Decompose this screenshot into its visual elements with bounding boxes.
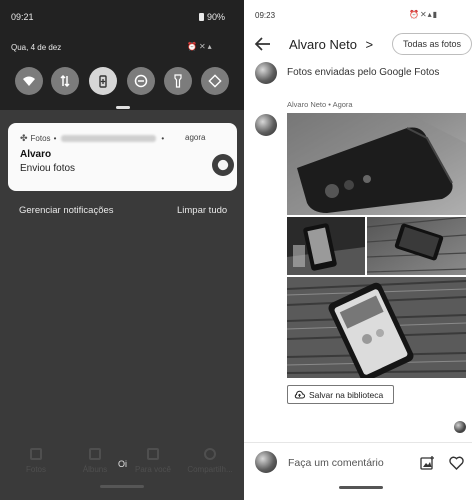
sharing-icon — [204, 448, 216, 460]
separator-dot: • — [53, 134, 57, 143]
data-transfer-icon[interactable] — [51, 67, 79, 95]
shared-photo[interactable] — [367, 217, 466, 275]
blurred-account — [61, 135, 157, 142]
nav-photos-label: Fotos — [25, 465, 46, 474]
nav-albums-label: Álbuns — [82, 465, 108, 474]
add-photo-icon[interactable] — [420, 455, 435, 470]
nav-photos[interactable]: Fotos — [11, 448, 61, 474]
for-you-icon — [147, 448, 159, 460]
comment-input[interactable]: Faça um comentário — [288, 457, 384, 469]
gesture-bar[interactable] — [100, 485, 144, 488]
do-not-disturb-icon[interactable] — [127, 67, 155, 95]
date: Qua, 4 de dez — [11, 43, 62, 52]
nav-albums[interactable]: Álbuns — [70, 448, 120, 474]
status-battery: 90% — [199, 12, 225, 22]
battery-icon — [199, 13, 204, 21]
shared-photo[interactable] — [287, 277, 466, 378]
photo-icon — [30, 448, 42, 460]
notification-card[interactable]: ✤ Fotos • • agora Alvaro Enviou fotos — [8, 123, 237, 191]
albums-icon — [89, 448, 101, 460]
all-photos-button[interactable]: Todas as fotos — [392, 33, 472, 55]
nav-for-you-label: Para você — [134, 465, 172, 474]
status-icons: ⏰✕▴ — [187, 42, 214, 51]
conversation-header-text: Fotos enviadas pelo Google Fotos — [287, 67, 440, 78]
back-arrow-icon[interactable] — [254, 36, 272, 52]
status-icons: ⏰✕▴▮ — [409, 10, 439, 19]
flashlight-icon[interactable] — [164, 67, 192, 95]
gesture-bar[interactable] — [339, 486, 383, 489]
auto-rotate-icon[interactable] — [201, 67, 229, 95]
separator-dot: • — [161, 134, 165, 143]
seen-avatar — [454, 421, 466, 433]
notification-shade-screen: 09:21 90% Qua, 4 de dez ⏰✕▴ ✤ Fotos • • … — [0, 0, 244, 500]
chat-bubble-text: Oi — [118, 459, 127, 469]
clear-all-button[interactable]: Limpar tudo — [177, 205, 227, 216]
nav-for-you[interactable]: Para você — [128, 448, 178, 474]
avatar[interactable] — [255, 62, 277, 84]
notification-time: agora — [185, 133, 206, 142]
avatar[interactable] — [255, 114, 277, 136]
conversation-title[interactable]: Alvaro Neto > — [289, 37, 373, 52]
shared-photo[interactable] — [287, 113, 466, 215]
wifi-icon[interactable] — [15, 67, 43, 95]
cloud-upload-icon — [294, 390, 305, 399]
nav-sharing[interactable]: Compartilh... — [185, 448, 235, 474]
pinwheel-icon: ✤ — [20, 133, 28, 143]
contact-name: Alvaro Neto — [289, 37, 357, 52]
notification-text: Enviou fotos — [20, 163, 76, 174]
photos-conversation-screen: 09:23 ⏰✕▴▮ Alvaro Neto > Todas as fotos … — [244, 0, 472, 500]
battery-saver-icon[interactable] — [89, 67, 117, 95]
notification-title: Alvaro — [20, 149, 52, 160]
chevron-right-icon: > — [365, 37, 374, 52]
avatar — [255, 451, 277, 473]
message-meta: Alvaro Neto • Agora — [287, 100, 353, 109]
heart-icon[interactable] — [449, 456, 464, 470]
notification-header: ✤ Fotos • • — [20, 133, 164, 144]
shared-photo[interactable] — [287, 217, 365, 275]
save-to-library-button[interactable]: Salvar na biblioteca — [287, 385, 394, 404]
battery-percent: 90% — [207, 12, 226, 22]
divider — [244, 442, 472, 443]
status-time: 09:21 — [11, 12, 34, 22]
nav-sharing-label: Compartilh... — [187, 465, 233, 474]
save-to-library-label: Salvar na biblioteca — [309, 389, 384, 400]
manage-notifications-button[interactable]: Gerenciar notificações — [19, 205, 114, 216]
status-time: 09:23 — [255, 11, 276, 20]
google-photos-icon[interactable] — [212, 154, 234, 176]
notification-app-name: Fotos — [30, 134, 51, 143]
drag-handle[interactable] — [116, 106, 130, 109]
